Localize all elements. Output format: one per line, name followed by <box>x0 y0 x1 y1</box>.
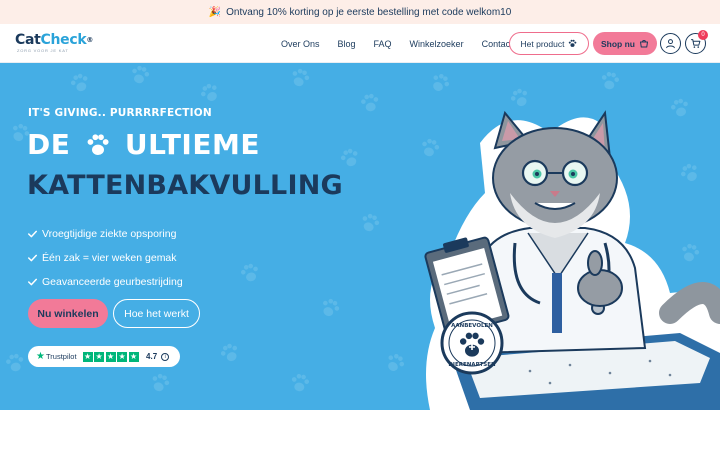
nav-links: Over Ons Blog FAQ Winkelzoeker Contact <box>270 24 513 63</box>
paw-icon <box>569 39 577 47</box>
benefit-text: Geavanceerde geurbestrijding <box>42 276 183 288</box>
check-icon <box>28 254 37 262</box>
check-icon <box>28 278 37 286</box>
nav-link-over-ons[interactable]: Over Ons <box>281 39 320 49</box>
main-nav: CatCheck® ZORG VOOR JE KAT Over Ons Blog… <box>0 24 720 63</box>
badge-text-bottom: DIERENARTSEN <box>448 362 496 368</box>
star-icon: ★ <box>117 351 128 362</box>
shop-now-cta-button[interactable]: Nu winkelen <box>28 299 108 328</box>
list-item: Geavanceerde geurbestrijding <box>28 270 183 294</box>
doctor-cat-illustration: AANBEVOLEN DIERENARTSEN <box>424 110 720 410</box>
how-it-works-button[interactable]: Hoe het werkt <box>113 299 200 328</box>
hero-eyebrow: IT'S GIVING.. PURRRRFECTION <box>28 107 212 119</box>
nav-link-faq[interactable]: FAQ <box>374 39 392 49</box>
logo-text-check: Check <box>40 32 87 48</box>
party-popper-icon: 🎉 <box>208 6 222 18</box>
trustpilot-label: Trustpilot <box>45 352 77 361</box>
benefit-text: Vroegtijdige ziekte opsporing <box>42 228 177 240</box>
trustpilot-star-icon: ★ <box>36 351 45 362</box>
nav-link-winkelzoeker[interactable]: Winkelzoeker <box>410 39 464 49</box>
benefit-text: Één zak = vier weken gemak <box>42 252 177 264</box>
user-icon <box>666 39 675 49</box>
shop-button[interactable]: Shop nu <box>593 32 657 55</box>
star-icon: ★ <box>105 351 116 362</box>
logo-tagline: ZORG VOOR JE KAT <box>17 48 69 53</box>
bag-icon <box>640 40 648 48</box>
nav-link-blog[interactable]: Blog <box>338 39 356 49</box>
logo[interactable]: CatCheck® ZORG VOOR JE KAT <box>15 32 93 53</box>
hero-benefits-list: Vroegtijdige ziekte opsporing Één zak = … <box>28 222 183 294</box>
account-button[interactable] <box>660 33 681 54</box>
star-icon: ★ <box>128 351 139 362</box>
star-icon: ★ <box>82 351 93 362</box>
cart-icon <box>691 39 701 48</box>
logo-text-cat: Cat <box>15 32 41 48</box>
hero-title-de: DE <box>27 128 71 161</box>
product-button-label: Het product <box>520 38 565 49</box>
badge-text-top: AANBEVOLEN <box>451 323 493 329</box>
announcement-bar: 🎉 Ontvang 10% korting op je eerste beste… <box>0 0 720 24</box>
list-item: Vroegtijdige ziekte opsporing <box>28 222 183 246</box>
info-icon[interactable]: i <box>161 352 170 361</box>
trustpilot-rating: 4.7 <box>146 352 158 361</box>
star-icon: ★ <box>94 351 105 362</box>
list-item: Één zak = vier weken gemak <box>28 246 183 270</box>
hero-title-line1: DE ULTIEME <box>27 128 260 162</box>
hero-title-line2: KATTENBAKVULLING <box>27 170 343 201</box>
announcement-text: Ontvang 10% korting op je eerste bestell… <box>226 6 512 18</box>
trustpilot-stars: ★ ★ ★ ★ ★ <box>82 351 141 362</box>
hero-title-ultieme: ULTIEME <box>124 128 260 161</box>
shop-button-label: Shop nu <box>601 38 635 49</box>
paw-icon <box>87 134 109 155</box>
trustpilot-widget[interactable]: ★ Trustpilot ★ ★ ★ ★ ★ 4.7 i <box>28 346 180 367</box>
cart-count-badge: 0 <box>698 30 708 40</box>
check-icon <box>28 230 37 238</box>
nav-link-contact[interactable]: Contact <box>482 39 513 49</box>
product-button[interactable]: Het product <box>509 32 589 55</box>
